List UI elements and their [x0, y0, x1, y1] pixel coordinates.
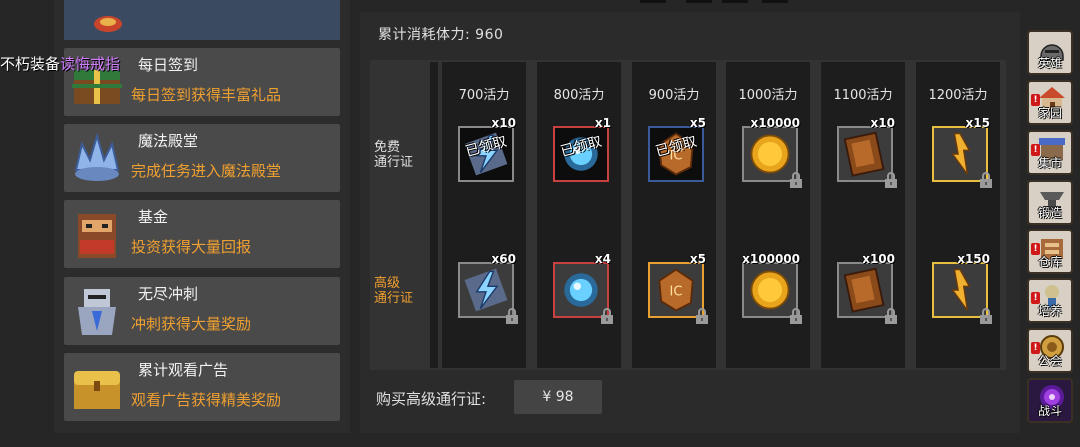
event-desc: 每日签到获得丰富礼品: [131, 86, 282, 104]
armored-knight-icon: [78, 289, 116, 335]
lock-icon: [601, 308, 613, 324]
svg-text:IC: IC: [670, 285, 683, 300]
reward-cell-premium[interactable]: x100: [831, 252, 897, 324]
side-menu-guild[interactable]: ! 公会: [1027, 328, 1073, 373]
column-header: 1000活力: [738, 88, 798, 103]
ticker-text: 不朽装备: [0, 55, 61, 73]
side-menu-label: 锻造: [1037, 206, 1062, 220]
side-menu-house[interactable]: ! 家园: [1027, 80, 1073, 125]
reward-cell-free[interactable]: IC x5 已领取: [642, 116, 706, 182]
buy-premium-label: 购买高级通行证:: [376, 390, 487, 408]
lock-icon: [980, 172, 992, 188]
top-tab[interactable]: [722, 0, 748, 3]
lock-icon: [885, 308, 897, 324]
lock-icon: [790, 172, 802, 188]
side-menu-label: 集市: [1037, 156, 1062, 170]
reward-cell-free[interactable]: x10: [831, 116, 897, 188]
side-menu-portal[interactable]: 战斗: [1027, 378, 1073, 423]
event-item-endless-sprint[interactable]: 无尽冲刺 冲刺获得大量奖励: [64, 277, 340, 345]
reward-count: x5: [689, 252, 706, 266]
event-title: 累计观看广告: [138, 361, 229, 379]
reward-cell-premium[interactable]: x4: [547, 252, 613, 324]
event-title: 基金: [138, 208, 169, 226]
column-header: 900活力: [648, 88, 700, 103]
reward-icon: [94, 16, 122, 32]
reward-cell-premium[interactable]: x100000: [736, 252, 802, 324]
event-desc: 投资获得大量回报: [131, 238, 252, 256]
column-header: 800活力: [553, 88, 605, 103]
column-header: 1200活力: [928, 88, 988, 103]
column-header: 700活力: [458, 88, 510, 103]
event-desc: 冲刺获得大量奖励: [131, 315, 252, 333]
event-desc: 观看广告获得精美奖励: [131, 391, 282, 409]
event-title: 魔法殿堂: [138, 132, 199, 150]
reward-cell-premium[interactable]: IC x5: [642, 252, 708, 324]
side-menu-label: 公会: [1037, 354, 1062, 368]
reward-count: x5: [689, 116, 706, 130]
lock-icon: [790, 308, 802, 324]
side-menu-market[interactable]: ! 集市: [1027, 130, 1073, 175]
reward-cell-free[interactable]: x10000: [736, 116, 802, 188]
reward-count: x10000: [750, 116, 801, 130]
event-item-watch-ads[interactable]: 累计观看广告 观看广告获得精美奖励: [64, 353, 340, 421]
lock-icon: [506, 308, 518, 324]
premium-pass-label: 高级 通行证: [374, 276, 414, 306]
lock-icon: [696, 308, 708, 324]
reward-count: x15: [965, 116, 990, 130]
reward-count: x10: [870, 116, 895, 130]
reward-count: x10: [491, 116, 516, 130]
free-pass-label: 免费 通行证: [374, 140, 414, 170]
top-tab[interactable]: [640, 0, 666, 3]
reward-cell-premium[interactable]: x60: [452, 252, 518, 324]
grid-edge: [430, 62, 438, 368]
column-header: 1100活力: [833, 88, 893, 103]
side-menu-warehouse[interactable]: ! 仓库: [1027, 229, 1073, 274]
treasure-chest-icon: [74, 371, 120, 409]
ticker-highlight: 读悔戒指: [60, 55, 121, 73]
merchant-icon: [78, 214, 116, 258]
reward-count: x60: [491, 252, 516, 266]
buy-premium-button[interactable]: ¥ 98: [514, 380, 602, 414]
side-menu-helmet[interactable]: 英雄: [1027, 30, 1073, 75]
side-menu-label: 英雄: [1037, 56, 1062, 70]
side-menu-label: 仓库: [1037, 255, 1062, 269]
side-menu-anvil[interactable]: 锻造: [1027, 180, 1073, 225]
event-item-partial[interactable]: [64, 0, 340, 40]
reward-count: x100000: [742, 252, 800, 266]
reward-cell-free[interactable]: x15: [926, 116, 992, 188]
announcement-ticker: 不朽装备读悔戒指: [0, 53, 120, 74]
event-item-magic-hall[interactable]: 魔法殿堂 完成任务进入魔法殿堂: [64, 124, 340, 192]
side-menu-label: 家园: [1037, 106, 1062, 120]
reward-cell-premium[interactable]: x150: [926, 252, 992, 324]
reward-cell-free[interactable]: x1 已领取: [547, 116, 611, 182]
reward-count: x4: [594, 252, 611, 266]
side-menu-label: 培养: [1037, 304, 1062, 318]
reward-count: x150: [957, 252, 990, 266]
event-title: 无尽冲刺: [138, 285, 199, 303]
stamina-consumed-label: 累计消耗体力: 960: [378, 27, 504, 43]
reward-cell-free[interactable]: x10 已领取: [452, 116, 516, 182]
event-desc: 完成任务进入魔法殿堂: [131, 162, 282, 180]
crystal-crown-icon: [74, 132, 120, 181]
reward-count: x100: [862, 252, 895, 266]
top-tab[interactable]: [762, 0, 788, 3]
lock-icon: [980, 308, 992, 324]
event-item-fund[interactable]: 基金 投资获得大量回报: [64, 200, 340, 268]
side-menu-training[interactable]: ! 培养: [1027, 278, 1073, 323]
top-tab[interactable]: [686, 0, 712, 3]
event-title: 每日签到: [138, 56, 199, 74]
lock-icon: [885, 172, 897, 188]
side-menu-label: 战斗: [1037, 404, 1062, 418]
reward-count: x1: [594, 116, 611, 130]
